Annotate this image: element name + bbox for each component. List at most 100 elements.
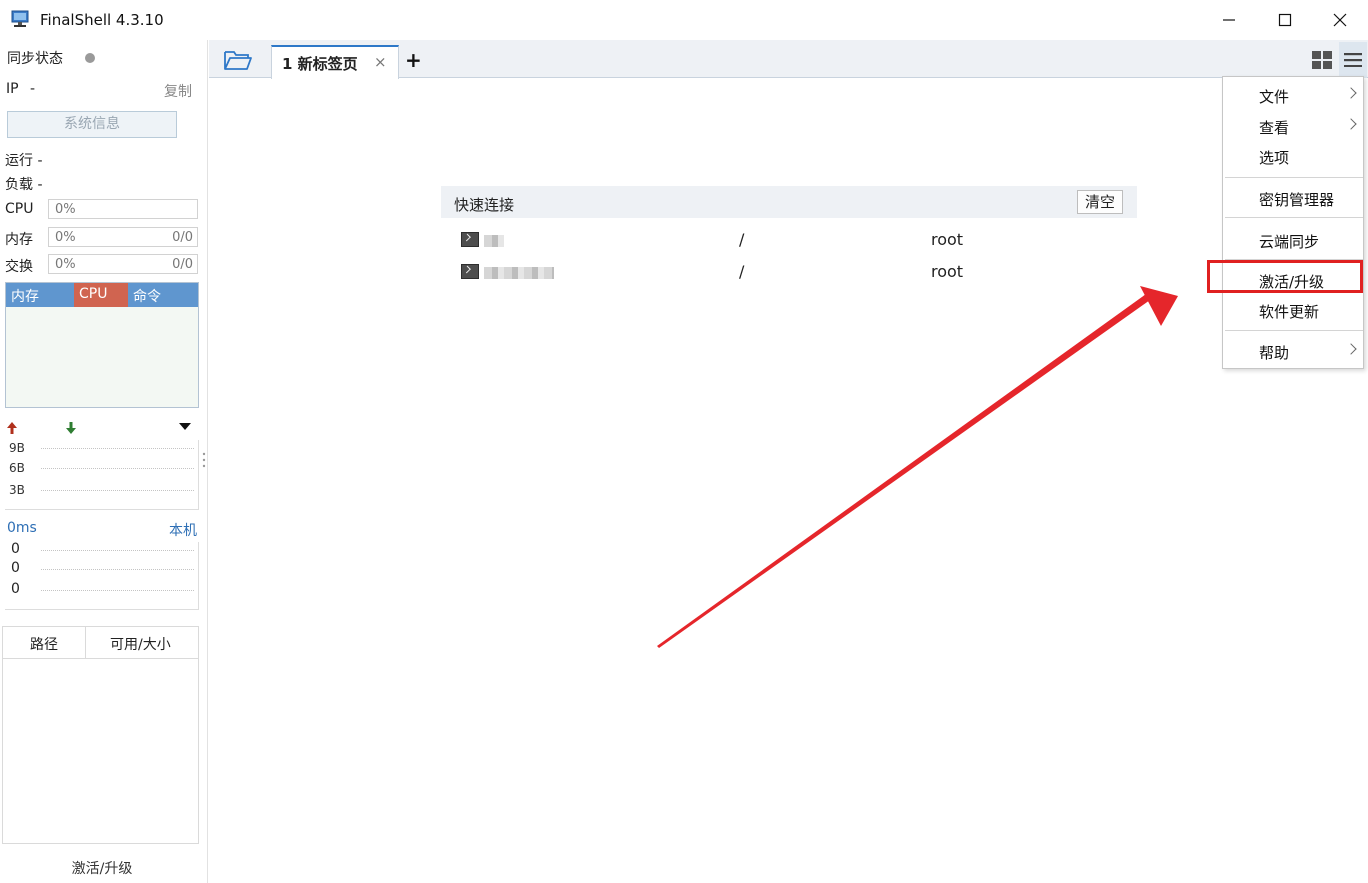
monitor-icon xyxy=(11,10,29,27)
annotation-highlight-box xyxy=(1207,260,1363,293)
menu-item-cloud-sync[interactable]: 云端同步 xyxy=(1223,226,1363,254)
maximize-icon xyxy=(1278,13,1292,27)
network-header xyxy=(5,418,199,438)
ping-latency: 0ms xyxy=(7,520,37,536)
connection-user: root xyxy=(931,230,964,249)
process-table-header: 内存 CPU 命令 xyxy=(6,283,198,307)
system-info-button[interactable]: 系统信息 xyxy=(7,111,177,138)
sync-status-label: 同步状态 xyxy=(7,51,63,67)
menu-item-help[interactable]: 帮助 xyxy=(1223,337,1363,365)
ip-value: - xyxy=(30,81,36,97)
tab-label: 1 新标签页 xyxy=(282,55,358,73)
close-icon xyxy=(1333,13,1347,27)
tab-new-tab[interactable]: 1 新标签页 × xyxy=(271,45,399,79)
ping-tick: 0 xyxy=(11,581,20,597)
swap-label: 交换 xyxy=(5,259,33,275)
network-chart: 9B 6B 3B xyxy=(5,440,199,510)
minimize-button[interactable] xyxy=(1201,0,1257,40)
process-table[interactable]: 内存 CPU 命令 xyxy=(5,282,199,408)
menu-item-label: 软件更新 xyxy=(1259,303,1320,321)
grid-line xyxy=(41,490,194,491)
grid-line xyxy=(41,590,194,591)
menu-separator xyxy=(1225,217,1363,218)
disk-col-path[interactable]: 路径 xyxy=(30,634,58,654)
menu-separator xyxy=(1225,330,1363,331)
folder-open-icon[interactable] xyxy=(223,48,253,72)
column-divider xyxy=(85,627,86,659)
maximize-button[interactable] xyxy=(1257,0,1313,40)
chevron-right-icon xyxy=(1345,87,1357,99)
menu-item-label: 查看 xyxy=(1259,119,1290,137)
network-tick: 9B xyxy=(9,441,25,455)
redacted-host xyxy=(484,267,554,279)
tab-bar: 1 新标签页 × + xyxy=(209,40,1368,79)
terminal-icon xyxy=(461,264,479,279)
network-tick: 6B xyxy=(9,461,25,475)
title-bar: FinalShell 4.3.10 xyxy=(0,0,1368,40)
process-col-command[interactable]: 命令 xyxy=(133,286,161,306)
clear-button[interactable]: 清空 xyxy=(1077,190,1123,214)
download-arrow-icon xyxy=(66,422,76,434)
copy-ip-link[interactable]: 复制 xyxy=(164,81,192,101)
grid-line xyxy=(41,569,194,570)
resize-grip-icon[interactable] xyxy=(202,451,206,469)
activate-upgrade-link[interactable]: 激活/升级 xyxy=(0,858,204,878)
chevron-right-icon xyxy=(1345,118,1357,130)
process-col-memory[interactable]: 内存 xyxy=(11,286,39,306)
cpu-meter: 0% xyxy=(48,199,198,219)
quick-connect-row[interactable]: / root xyxy=(441,225,1137,255)
quick-connect-title: 快速连接 xyxy=(454,196,515,214)
add-tab-button[interactable]: + xyxy=(405,48,422,72)
menu-item-options[interactable]: 选项 xyxy=(1223,142,1363,170)
sync-status-dot xyxy=(85,53,95,63)
tab-close-icon[interactable]: × xyxy=(374,53,387,71)
disk-col-size[interactable]: 可用/大小 xyxy=(110,634,171,654)
memory-percent: 0% xyxy=(55,230,76,245)
terminal-icon xyxy=(461,232,479,247)
menu-item-label: 帮助 xyxy=(1259,344,1290,362)
redacted-host xyxy=(484,235,504,247)
memory-usage: 0/0 xyxy=(172,230,193,245)
menu-item-key-manager[interactable]: 密钥管理器 xyxy=(1223,184,1363,212)
menu-separator xyxy=(1225,177,1363,178)
menu-item-software-update[interactable]: 软件更新 xyxy=(1223,296,1363,324)
disk-table[interactable]: 路径 可用/大小 xyxy=(2,626,199,844)
menu-item-label: 密钥管理器 xyxy=(1259,191,1335,209)
swap-usage: 0/0 xyxy=(172,257,193,272)
finalshell-window: FinalShell 4.3.10 同步状态 IP - 复制 系统信息 运行 -… xyxy=(0,0,1368,883)
ip-label: IP xyxy=(6,81,19,97)
menu-item-label: 云端同步 xyxy=(1259,233,1320,251)
process-col-cpu[interactable]: CPU xyxy=(79,286,107,302)
menu-item-file[interactable]: 文件 xyxy=(1223,81,1363,109)
menu-item-label: 选项 xyxy=(1259,149,1290,167)
main-menu-button[interactable] xyxy=(1339,42,1367,78)
disk-table-header: 路径 可用/大小 xyxy=(3,627,198,659)
menu-item-view[interactable]: 查看 xyxy=(1223,112,1363,140)
grid-layout-icon[interactable] xyxy=(1311,50,1333,70)
connection-path: / xyxy=(739,230,745,249)
ping-tick: 0 xyxy=(11,560,20,576)
status-sidebar: 同步状态 IP - 复制 系统信息 运行 - 负载 - CPU 0% 内存 0%… xyxy=(0,40,208,883)
main-menu-dropdown: 文件 查看 选项 密钥管理器 云端同步 激活/升级 软件更新 帮助 xyxy=(1222,76,1364,369)
dropdown-triangle-icon[interactable] xyxy=(179,423,191,431)
ping-tick: 0 xyxy=(11,541,20,557)
quick-connect-header: 快速连接 清空 xyxy=(441,186,1137,218)
connection-path: / xyxy=(739,262,745,281)
swap-meter: 0% 0/0 xyxy=(48,254,198,274)
chevron-right-icon xyxy=(1345,343,1357,355)
quick-connect-row[interactable]: / root xyxy=(441,257,1137,287)
ping-chart: 0 0 0 xyxy=(5,541,199,610)
hamburger-menu-icon xyxy=(1344,53,1362,67)
connection-user: root xyxy=(931,262,964,281)
grid-line xyxy=(41,468,194,469)
memory-label: 内存 xyxy=(5,232,33,248)
cpu-label: CPU xyxy=(5,201,34,217)
ping-target-link[interactable]: 本机 xyxy=(169,520,197,540)
cpu-percent: 0% xyxy=(55,202,76,217)
memory-meter: 0% 0/0 xyxy=(48,227,198,247)
load-label: 负载 - xyxy=(5,177,43,193)
uptime-label: 运行 - xyxy=(5,153,43,169)
upload-arrow-icon xyxy=(7,422,17,434)
window-title: FinalShell 4.3.10 xyxy=(40,11,164,29)
close-button[interactable] xyxy=(1312,0,1368,40)
